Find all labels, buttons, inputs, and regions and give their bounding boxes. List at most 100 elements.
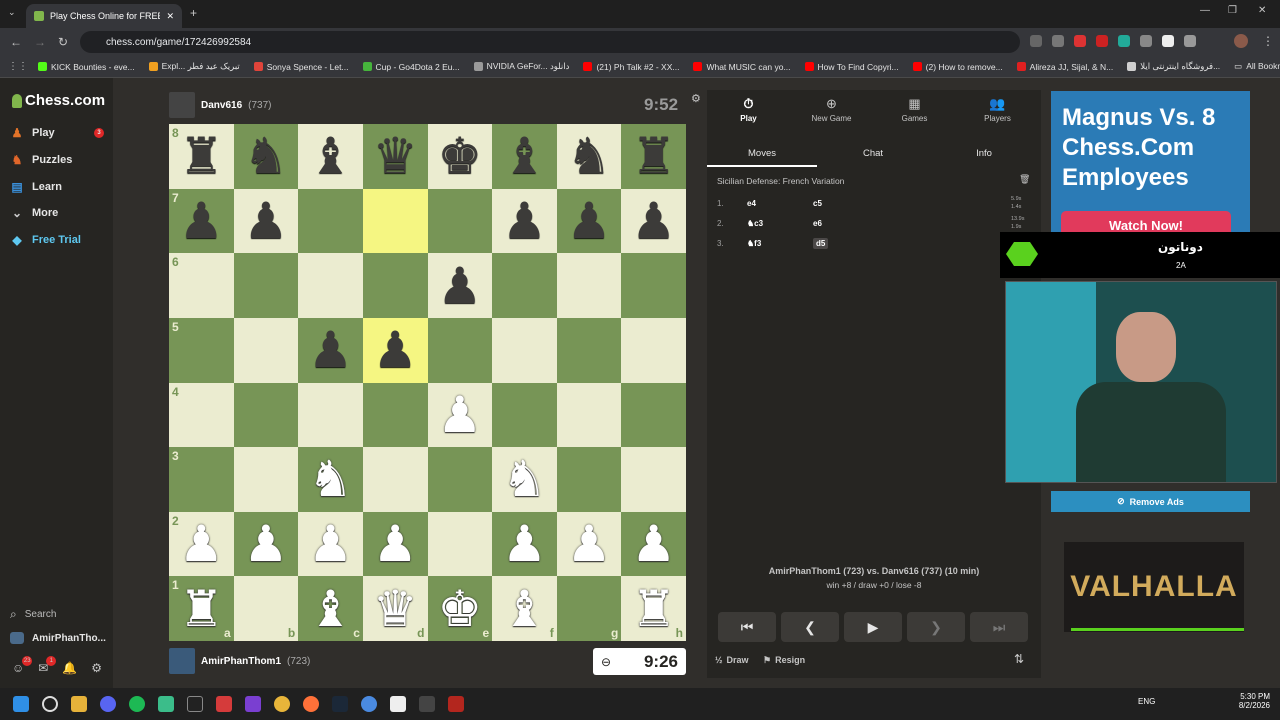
opponent-name[interactable]: Danv616 (201, 100, 242, 111)
white-pawn-piece[interactable]: ♟ (179, 519, 224, 569)
black-king-piece[interactable]: ♚ (437, 131, 482, 181)
subtab-chat[interactable]: Chat (818, 142, 928, 166)
black-bishop-piece[interactable]: ♝ (502, 131, 547, 181)
all-bookmarks[interactable]: ▭All Bookmarks (1234, 61, 1280, 72)
extension-icon[interactable] (1096, 35, 1108, 47)
prev-move-button[interactable]: ❮ (781, 612, 839, 642)
extension-icon[interactable] (1052, 35, 1064, 47)
square-b6[interactable] (233, 253, 299, 318)
square-g5[interactable] (556, 317, 622, 383)
app-icon[interactable] (389, 696, 406, 712)
first-move-button[interactable]: ⏮ (718, 612, 776, 642)
square-a6[interactable]: 6 (169, 253, 234, 318)
sidebar-search[interactable]: ⌕ Search (10, 608, 106, 620)
profile-avatar[interactable] (1234, 34, 1248, 48)
bookmark-item[interactable]: NVIDIA GeFor... دانلود (473, 61, 569, 72)
sidebar-user[interactable]: AmirPhanTho... (10, 632, 106, 644)
square-g4[interactable] (556, 382, 622, 448)
square-e3[interactable] (427, 447, 493, 512)
square-e1[interactable]: e ♚ (427, 576, 493, 641)
black-pawn-piece[interactable]: ♟ (437, 261, 482, 311)
app-icon[interactable] (186, 696, 203, 712)
close-window-icon[interactable]: ✕ (1258, 6, 1266, 16)
firefox-icon[interactable] (302, 696, 319, 712)
bookmark-item[interactable]: فروشگاه اینترنتی ایلا... (1127, 61, 1220, 72)
bookmark-item[interactable]: Alireza JJ, Sijal, & N... (1016, 62, 1113, 72)
square-a8[interactable]: 8 ♜ (169, 124, 234, 189)
square-e6[interactable]: ♟ (427, 253, 493, 318)
taskbar-clock[interactable]: 5:30 PM 8/2/2026 (1226, 692, 1270, 710)
white-pawn-piece[interactable]: ♟ (244, 519, 289, 569)
black-knight-piece[interactable]: ♞ (244, 131, 289, 181)
panel-tab-play[interactable]: ⏱ Play (707, 96, 790, 123)
apps-grid-icon[interactable]: ⋮⋮ (8, 61, 28, 72)
friends-icon[interactable]: ☺ 23 (12, 656, 33, 674)
play-button[interactable]: ▶ (844, 612, 902, 642)
square-a1[interactable]: 1 a ♜ (169, 576, 234, 641)
square-h8[interactable]: ♜ (621, 124, 686, 189)
app-icon[interactable] (244, 696, 261, 712)
bookmark-item[interactable]: How To Find Copyri... (804, 62, 899, 72)
square-a5[interactable]: 5 (169, 317, 234, 383)
square-h3[interactable] (621, 447, 686, 512)
back-icon[interactable]: ← (10, 36, 22, 48)
square-g3[interactable] (556, 447, 622, 512)
reload-icon[interactable]: ↻ (58, 36, 68, 48)
square-e7[interactable] (427, 188, 493, 254)
chess-logo[interactable]: Chess.com (12, 92, 105, 109)
extension-icon[interactable] (1118, 35, 1130, 47)
square-b2[interactable]: ♟ (233, 511, 299, 577)
square-e5[interactable] (427, 317, 493, 383)
square-e8[interactable]: ♚ (427, 124, 493, 189)
square-f4[interactable] (492, 382, 557, 448)
square-d3[interactable] (362, 447, 428, 512)
square-g1[interactable]: g (556, 576, 622, 641)
black-move[interactable]: c5 (813, 199, 873, 208)
black-queen-piece[interactable]: ♛ (373, 131, 418, 181)
sidebar-item-puzzles[interactable]: ♞ Puzzles (10, 154, 106, 166)
white-queen-piece[interactable]: ♛ (373, 584, 418, 634)
black-bishop-piece[interactable]: ♝ (308, 131, 353, 181)
square-a3[interactable]: 3 (169, 447, 234, 512)
opponent-avatar[interactable] (169, 92, 195, 118)
sidebar-item-play[interactable]: ♟ Play 3 (10, 127, 106, 139)
app-icon[interactable] (157, 696, 174, 712)
square-f5[interactable] (492, 317, 557, 383)
black-pawn-piece[interactable]: ♟ (179, 196, 224, 246)
white-knight-piece[interactable]: ♞ (308, 454, 353, 504)
square-h4[interactable] (621, 382, 686, 448)
square-d7[interactable] (362, 188, 428, 254)
square-g7[interactable]: ♟ (556, 188, 622, 254)
minimize-icon[interactable]: — (1200, 6, 1210, 16)
bookmark-item[interactable]: Cup - Go4Dota 2 Eu... (362, 62, 460, 72)
resign-button[interactable]: ⚑ Resign (763, 655, 805, 666)
square-g2[interactable]: ♟ (556, 511, 622, 577)
chess-board[interactable]: 8 ♜ ♞ ♝ ♛ ♚ ♝ ♞ ♜ 7 ♟ ♟ ♟ ♟ ♟ 6 ♟ 5 ♟ ♟ 4 ♟ 3 ♞ ♞ 2 ♟ ♟ ♟ ♟ ♟ ♟ ♟ 1 a ♜ b c ♝ d… (169, 124, 686, 641)
sidebar-item-more[interactable]: ⌄ More (10, 207, 106, 219)
draw-button[interactable]: ½ Draw (715, 655, 749, 665)
square-c3[interactable]: ♞ (298, 447, 363, 512)
subtab-info[interactable]: Info (929, 142, 1039, 166)
square-f8[interactable]: ♝ (492, 124, 557, 189)
board-settings-gear-icon[interactable]: ⚙ (691, 94, 701, 105)
player-name[interactable]: AmirPhanThom1 (201, 656, 281, 667)
file-explorer-icon[interactable] (70, 696, 87, 712)
square-c8[interactable]: ♝ (298, 124, 363, 189)
square-d4[interactable] (362, 382, 428, 448)
search-icon[interactable] (41, 696, 58, 712)
square-b1[interactable]: b (233, 576, 299, 641)
square-d1[interactable]: d ♛ (362, 576, 428, 641)
square-d6[interactable] (362, 253, 428, 318)
square-b4[interactable] (233, 382, 299, 448)
square-f7[interactable]: ♟ (492, 188, 557, 254)
square-a2[interactable]: 2 ♟ (169, 511, 234, 577)
square-c2[interactable]: ♟ (298, 511, 363, 577)
square-c5[interactable]: ♟ (298, 317, 363, 383)
black-move[interactable]: d5 (813, 237, 829, 249)
dota-icon[interactable] (447, 696, 464, 712)
white-bishop-piece[interactable]: ♝ (502, 584, 547, 634)
extension-icon[interactable] (1074, 35, 1086, 47)
player-avatar[interactable] (169, 648, 195, 674)
extension-icon[interactable] (1030, 35, 1042, 47)
square-b8[interactable]: ♞ (233, 124, 299, 189)
